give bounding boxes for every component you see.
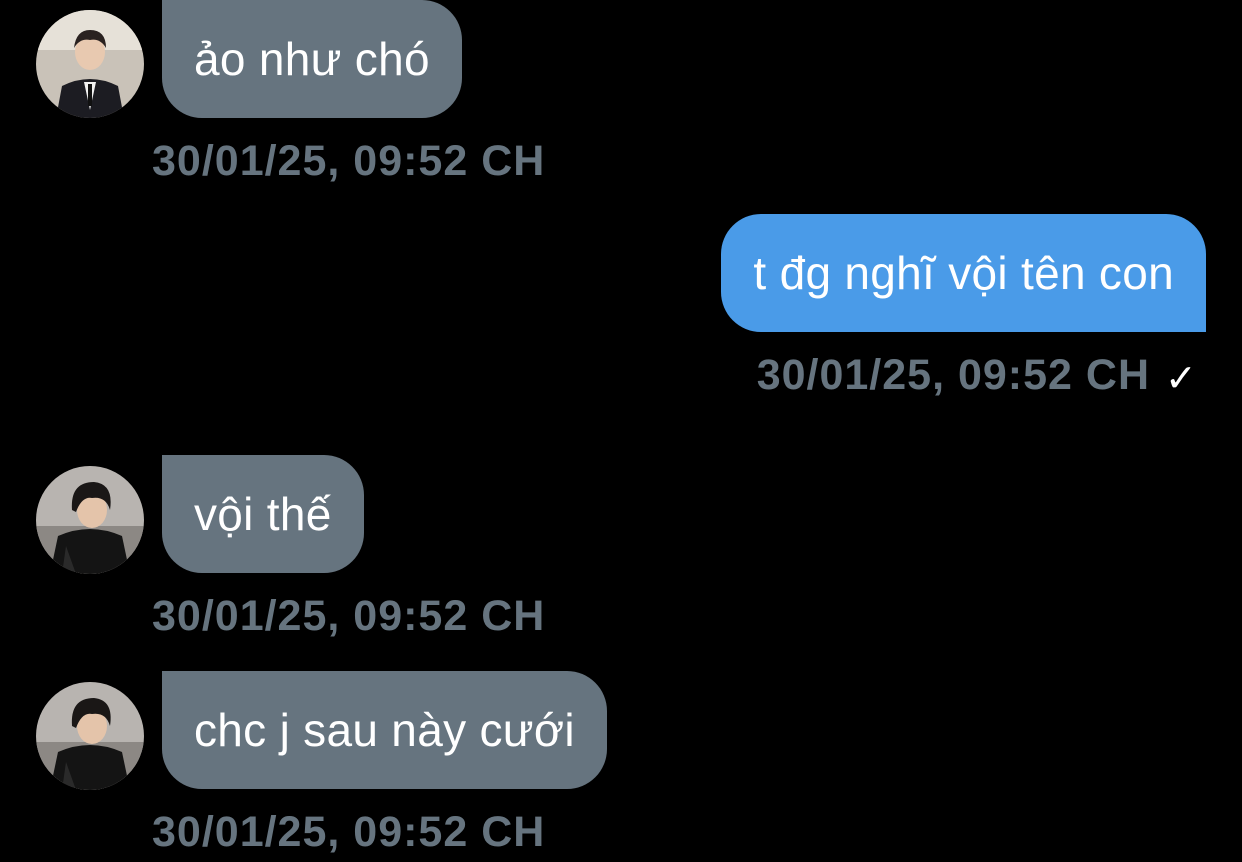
message-text: vội thế	[194, 488, 332, 540]
avatar-photo-icon	[36, 466, 144, 574]
sender-avatar[interactable]	[36, 466, 144, 574]
message-text: chc j sau này cưới	[194, 704, 575, 756]
sender-avatar[interactable]	[36, 682, 144, 790]
sent-check-icon: ✓	[1165, 358, 1197, 400]
message-timestamp: 30/01/25, 09:52 CH	[756, 351, 1150, 399]
message-timestamp: 30/01/25, 09:52 CH	[152, 592, 546, 640]
avatar-photo-icon	[36, 682, 144, 790]
message-bubble[interactable]: ảo như chó	[162, 0, 462, 118]
message-bubble[interactable]: vội thế	[162, 455, 364, 573]
avatar-photo-icon	[36, 10, 144, 118]
message-timestamp: 30/01/25, 09:52 CH	[152, 137, 546, 185]
message-bubble[interactable]: chc j sau này cưới	[162, 671, 607, 789]
message-bubble[interactable]: t đg nghĩ vội tên con	[721, 214, 1206, 332]
message-text: ảo như chó	[194, 33, 430, 85]
message-timestamp: 30/01/25, 09:52 CH	[152, 808, 546, 856]
message-text: t đg nghĩ vội tên con	[753, 247, 1174, 299]
sender-avatar[interactable]	[36, 10, 144, 118]
